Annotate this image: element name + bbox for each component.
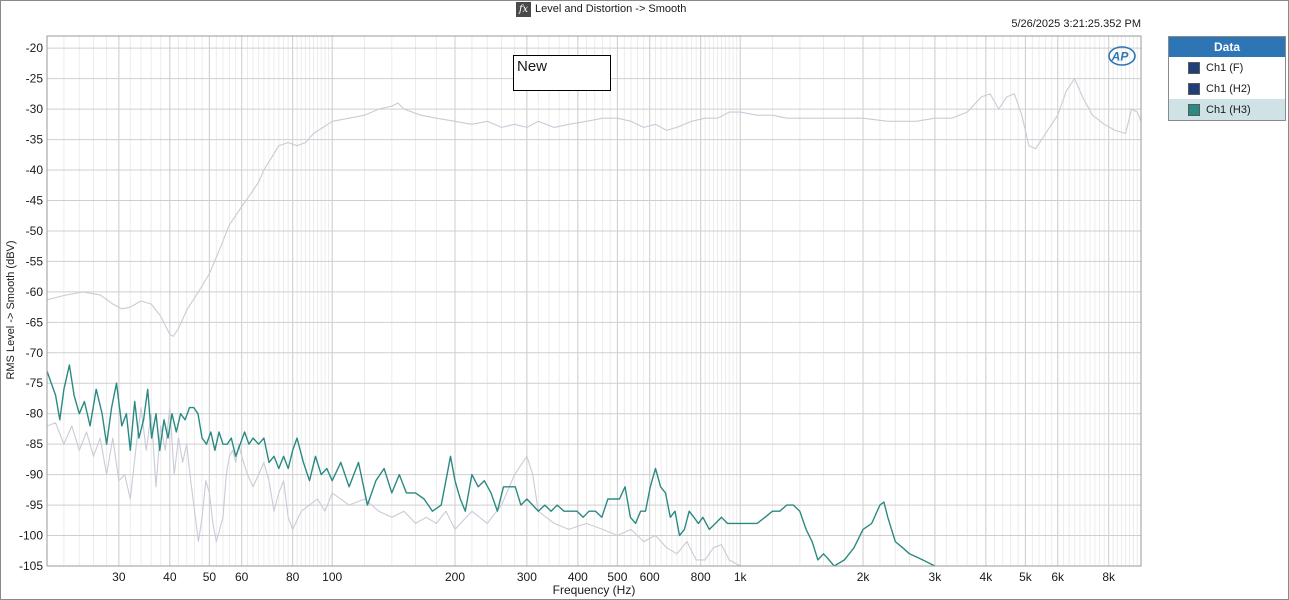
y-tick-label: -100 <box>19 529 43 543</box>
annotation-box[interactable]: New <box>513 55 611 91</box>
y-tick-label: -30 <box>26 102 44 116</box>
x-tick-label: 30 <box>112 570 126 584</box>
y-tick-label: -65 <box>26 315 44 329</box>
x-tick-label: 300 <box>517 570 537 584</box>
y-tick-label: -20 <box>26 41 44 55</box>
y-tick-label: -105 <box>19 559 43 573</box>
y-tick-label: -25 <box>26 72 44 86</box>
legend-item-ch1-f[interactable]: Ch1 (F) <box>1169 57 1285 78</box>
legend-label: Ch1 (H2) <box>1206 82 1251 95</box>
legend-swatch <box>1188 103 1200 116</box>
y-axis-label: RMS Level -> Smooth (dBV) <box>5 240 17 379</box>
ap-logo-text: AP <box>1111 50 1130 64</box>
legend-panel: Data Ch1 (F) Ch1 (H2) Ch1 (H3) <box>1168 36 1286 121</box>
x-tick-label: 6k <box>1051 570 1065 584</box>
legend-label: Ch1 (H3) <box>1206 103 1251 116</box>
x-tick-label: 50 <box>203 570 217 584</box>
legend-swatch <box>1188 82 1200 95</box>
x-tick-label: 80 <box>286 570 300 584</box>
legend-item-ch1-h3[interactable]: Ch1 (H3) <box>1169 99 1285 120</box>
legend-label: Ch1 (F) <box>1206 61 1244 74</box>
legend-swatch <box>1188 61 1200 74</box>
x-tick-label: 2k <box>857 570 871 584</box>
y-tick-label: -35 <box>26 133 44 147</box>
legend-item-ch1-h2[interactable]: Ch1 (H2) <box>1169 78 1285 99</box>
x-tick-label: 3k <box>929 570 943 584</box>
x-tick-label: 400 <box>568 570 588 584</box>
x-tick-label: 600 <box>640 570 660 584</box>
y-tick-label: -75 <box>26 376 44 390</box>
x-tick-label: 800 <box>691 570 711 584</box>
y-tick-label: -85 <box>26 437 44 451</box>
ap-logo-icon: AP <box>1108 46 1136 66</box>
y-tick-label: -95 <box>26 498 44 512</box>
x-tick-label: 200 <box>445 570 465 584</box>
x-axis-label: Frequency (Hz) <box>553 583 636 597</box>
y-tick-label: -90 <box>26 468 44 482</box>
x-tick-label: 4k <box>980 570 994 584</box>
y-tick-label: -50 <box>26 224 44 238</box>
y-tick-label: -60 <box>26 285 44 299</box>
x-tick-label: 100 <box>322 570 342 584</box>
legend-header: Data <box>1169 37 1285 57</box>
x-tick-label: 60 <box>235 570 249 584</box>
y-tick-label: -80 <box>26 407 44 421</box>
x-tick-label: 5k <box>1019 570 1033 584</box>
y-tick-label: -70 <box>26 346 44 360</box>
x-tick-label: 40 <box>163 570 177 584</box>
y-tick-label: -45 <box>26 193 44 207</box>
x-tick-label: 1k <box>734 570 748 584</box>
x-tick-label: 500 <box>607 570 627 584</box>
y-tick-label: -40 <box>26 163 44 177</box>
x-tick-label: 8k <box>1102 570 1116 584</box>
y-tick-label: -55 <box>26 254 44 268</box>
